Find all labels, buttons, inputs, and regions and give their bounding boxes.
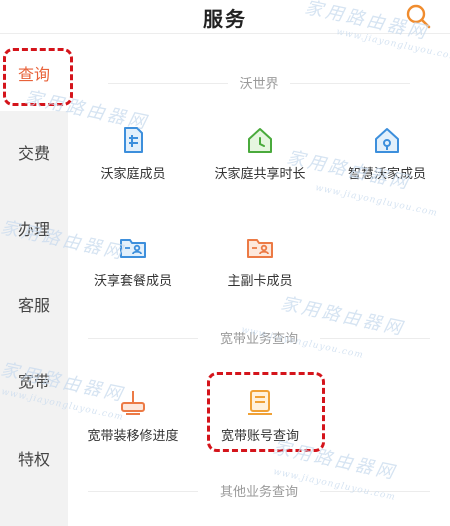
tile-broadband-progress[interactable]: 宽带装移修进度 [68, 387, 198, 444]
tile-label: 沃享套餐成员 [93, 274, 172, 289]
sidebar-item-label: 客服 [17, 296, 50, 315]
sidebar-item-customer-service[interactable]: 客服 [0, 266, 68, 342]
account-list-icon [245, 387, 275, 417]
smart-home-icon [372, 125, 402, 155]
sidebar-item-label: 特权 [17, 450, 50, 469]
search-icon[interactable] [404, 2, 432, 30]
sidebar-item-label: 交费 [17, 144, 50, 163]
app-header: 服务 [0, 0, 450, 34]
sidebar-item-broadband[interactable]: 宽带 [0, 342, 68, 418]
card-user-icon [245, 232, 275, 262]
category-sidebar: 查询 交费 办理 客服 宽带 特权 [0, 35, 68, 526]
service-content: 沃世界 沃家庭成员 沃家庭共享时长 智慧沃家成员 沃享套餐成员 主副卡成员 宽带… [68, 35, 450, 526]
tile-main-sub-card-member[interactable]: 主副卡成员 [195, 232, 325, 289]
tile-broadband-account[interactable]: 宽带账号查询 [195, 387, 325, 444]
sidebar-item-payment[interactable]: 交费 [0, 114, 68, 190]
tile-package-member[interactable]: 沃享套餐成员 [68, 232, 198, 289]
sidebar-item-label: 宽带 [17, 372, 50, 391]
sidebar-item-label: 查询 [17, 65, 50, 84]
tile-label: 智慧沃家成员 [347, 167, 426, 182]
tile-label: 宽带装移修进度 [87, 429, 179, 444]
sidebar-item-privilege[interactable]: 特权 [0, 420, 68, 496]
tile-label: 宽带账号查询 [220, 429, 299, 444]
router-icon [118, 387, 148, 417]
page-title: 服务 [203, 7, 247, 31]
sidebar-item-query[interactable]: 查询 [0, 35, 68, 111]
tile-label: 沃家庭成员 [100, 167, 166, 182]
tile-label: 主副卡成员 [227, 274, 293, 289]
tile-family-member[interactable]: 沃家庭成员 [68, 125, 198, 182]
sidebar-item-handle[interactable]: 办理 [0, 190, 68, 266]
section-title: 宽带业务查询 [68, 328, 450, 347]
document-icon [118, 125, 148, 155]
sidebar-item-label: 办理 [17, 220, 50, 239]
home-clock-icon [245, 125, 275, 155]
section-title: 其他业务查询 [68, 481, 450, 500]
folder-user-icon [118, 232, 148, 262]
tile-family-shared-time[interactable]: 沃家庭共享时长 [195, 125, 325, 182]
section-title: 沃世界 [68, 73, 450, 92]
tile-smart-home-member[interactable]: 智慧沃家成员 [322, 125, 450, 182]
tile-label: 沃家庭共享时长 [214, 167, 306, 182]
